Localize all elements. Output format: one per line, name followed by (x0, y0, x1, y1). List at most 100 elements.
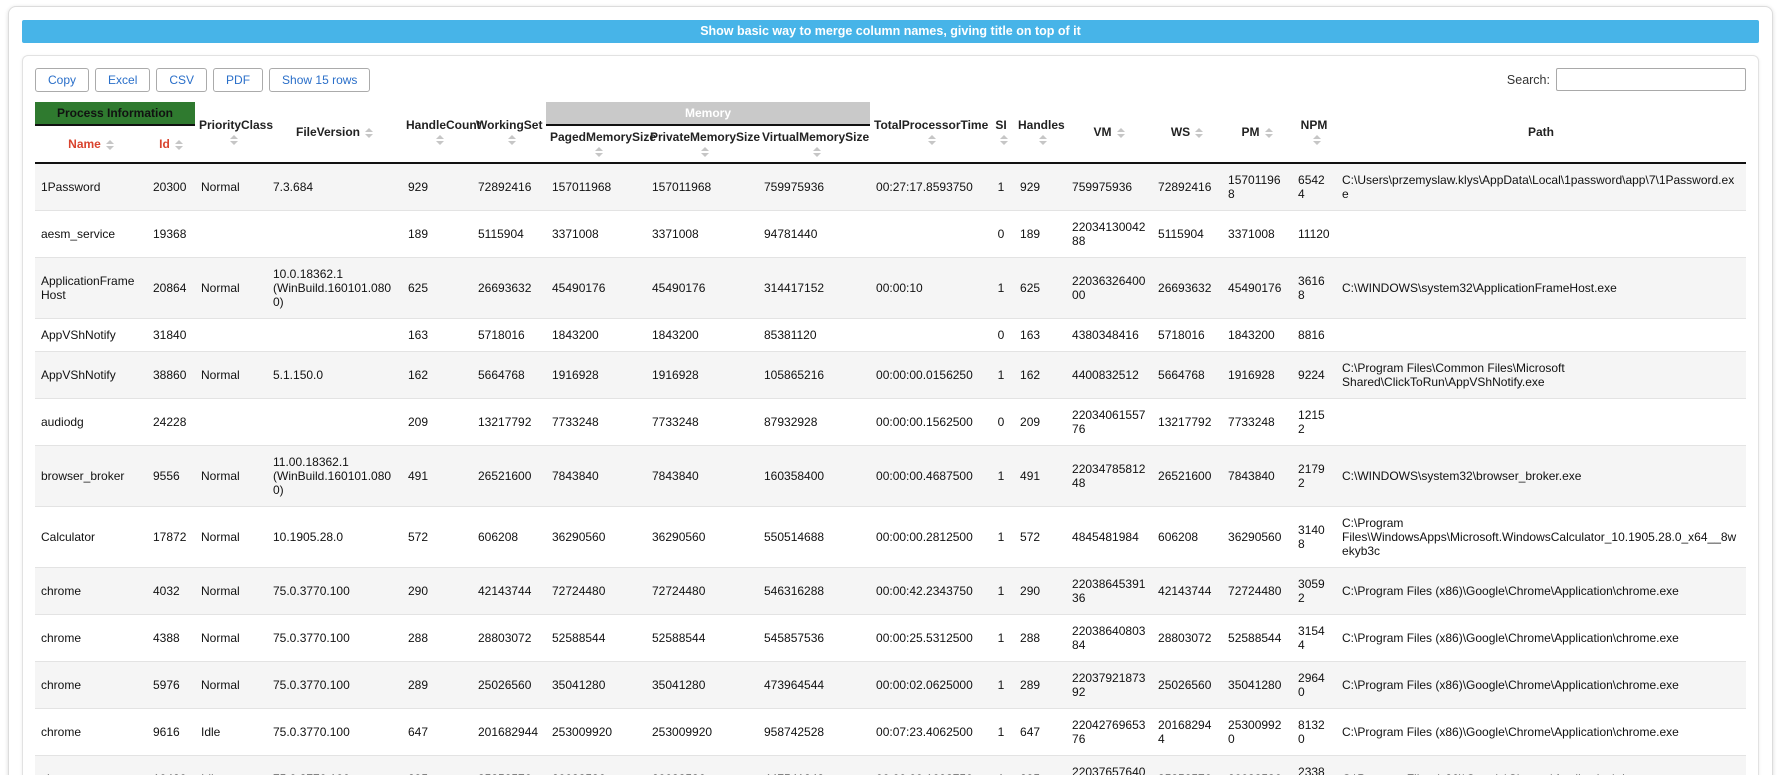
table-panel: Copy Excel CSV PDF Show 15 rows Search: (22, 55, 1759, 775)
cell-vm: 2203406155776 (1066, 399, 1152, 446)
sort-icon (1000, 135, 1008, 145)
cell-id: 9556 (147, 446, 195, 507)
cell-working_set: 25026560 (472, 662, 546, 709)
cell-pm: 20033536 (1222, 756, 1292, 775)
table-row: chrome4388Normal75.0.3770.10028828803072… (35, 615, 1746, 662)
sort-icon (1195, 128, 1203, 138)
export-buttons: Copy Excel CSV PDF Show 15 rows (35, 68, 370, 92)
cell-npm: 21792 (1292, 446, 1336, 507)
table-row: chrome9616Idle75.0.3770.1006472016829442… (35, 709, 1746, 756)
cell-file_version (267, 399, 402, 446)
cell-npm: 36168 (1292, 258, 1336, 319)
cell-file_version: 10.1905.28.0 (267, 507, 402, 568)
cell-priority_class: Normal (195, 352, 267, 399)
cell-priority_class: Idle (195, 756, 267, 775)
cell-total_processor_time: 00:00:00.1093750 (870, 756, 988, 775)
cell-ws: 201682944 (1152, 709, 1222, 756)
cell-pm: 7843840 (1222, 446, 1292, 507)
cell-name: Calculator (35, 507, 147, 568)
column-header-ws[interactable]: WS (1152, 102, 1222, 163)
column-header-path[interactable]: Path (1336, 102, 1746, 163)
cell-path: C:\Program Files (x86)\Google\Chrome\App… (1336, 615, 1746, 662)
cell-ws: 72892416 (1152, 163, 1222, 211)
search-input[interactable] (1556, 68, 1746, 91)
cell-pm: 36290560 (1222, 507, 1292, 568)
csv-button[interactable]: CSV (156, 68, 207, 92)
column-header-handles[interactable]: Handles (1014, 102, 1066, 163)
cell-path: C:\Program Files\Common Files\Microsoft … (1336, 352, 1746, 399)
page-length-button[interactable]: Show 15 rows (269, 68, 370, 92)
cell-virtual_memory_size: 87932928 (758, 399, 870, 446)
cell-si: 0 (988, 399, 1014, 446)
cell-priority_class: Normal (195, 163, 267, 211)
cell-priority_class: Normal (195, 258, 267, 319)
cell-si: 1 (988, 163, 1014, 211)
page: Show basic way to merge column names, gi… (0, 0, 1781, 775)
cell-paged_memory_size: 3371008 (546, 211, 646, 258)
column-header-virtualmemorysize[interactable]: VirtualMemorySize (758, 125, 870, 163)
sort-icon (436, 135, 444, 145)
cell-vm: 2203413004288 (1066, 211, 1152, 258)
cell-pm: 3371008 (1222, 211, 1292, 258)
column-header-fileversion[interactable]: FileVersion (267, 102, 402, 163)
cell-virtual_memory_size: 958742528 (758, 709, 870, 756)
cell-total_processor_time: 00:00:00.0156250 (870, 352, 988, 399)
cell-npm: 8816 (1292, 319, 1336, 352)
cell-ws: 13217792 (1152, 399, 1222, 446)
cell-paged_memory_size: 72724480 (546, 568, 646, 615)
cell-private_memory_size: 45490176 (646, 258, 758, 319)
cell-virtual_memory_size: 545857536 (758, 615, 870, 662)
cell-handles: 572 (1014, 507, 1066, 568)
cell-ws: 5664768 (1152, 352, 1222, 399)
cell-name: 1Password (35, 163, 147, 211)
cell-si: 0 (988, 211, 1014, 258)
cell-vm: 4845481984 (1066, 507, 1152, 568)
cell-name: chrome (35, 756, 147, 775)
cell-vm: 2203792187392 (1066, 662, 1152, 709)
sort-icon (508, 135, 516, 145)
cell-name: chrome (35, 568, 147, 615)
cell-virtual_memory_size: 473964544 (758, 662, 870, 709)
title-bar: Show basic way to merge column names, gi… (22, 20, 1759, 43)
cell-si: 1 (988, 446, 1014, 507)
cell-total_processor_time: 00:00:02.0625000 (870, 662, 988, 709)
column-header-npm[interactable]: NPM (1292, 102, 1336, 163)
cell-name: audiodg (35, 399, 147, 446)
pdf-button[interactable]: PDF (213, 68, 263, 92)
cell-name: browser_broker (35, 446, 147, 507)
cell-ws: 5115904 (1152, 211, 1222, 258)
column-header-vm[interactable]: VM (1066, 102, 1152, 163)
search-label: Search: (1507, 73, 1550, 87)
cell-file_version: 75.0.3770.100 (267, 568, 402, 615)
cell-file_version: 10.0.18362.1 (WinBuild.160101.0800) (267, 258, 402, 319)
column-header-privatememorysize[interactable]: PrivateMemorySize (646, 125, 758, 163)
cell-npm: 9224 (1292, 352, 1336, 399)
cell-ws: 26521600 (1152, 446, 1222, 507)
column-header-pagedmemorysize[interactable]: PagedMemorySize (546, 125, 646, 163)
excel-button[interactable]: Excel (95, 68, 150, 92)
cell-handle_count: 295 (402, 756, 472, 775)
column-header-workingset[interactable]: WorkingSet (472, 102, 546, 163)
sort-icon (813, 147, 821, 157)
column-header-handlecount[interactable]: HandleCount (402, 102, 472, 163)
table-row: AppVShNotify3184016357180161843200184320… (35, 319, 1746, 352)
cell-handles: 209 (1014, 399, 1066, 446)
sort-icon (230, 135, 238, 145)
cell-handles: 288 (1014, 615, 1066, 662)
column-header-pm[interactable]: PM (1222, 102, 1292, 163)
column-header-totalprocessortime[interactable]: TotalProcessorTime (870, 102, 988, 163)
cell-working_set: 5115904 (472, 211, 546, 258)
cell-paged_memory_size: 35041280 (546, 662, 646, 709)
column-header-priorityclass[interactable]: PriorityClass (195, 102, 267, 163)
column-header-si[interactable]: SI (988, 102, 1014, 163)
cell-ws: 5718016 (1152, 319, 1222, 352)
cell-id: 4388 (147, 615, 195, 662)
cell-id: 19368 (147, 211, 195, 258)
column-header-id[interactable]: Id (147, 125, 195, 163)
table-header: Process Information PriorityClass FileVe… (35, 102, 1746, 163)
copy-button[interactable]: Copy (35, 68, 89, 92)
cell-paged_memory_size: 52588544 (546, 615, 646, 662)
cell-path: C:\WINDOWS\system32\browser_broker.exe (1336, 446, 1746, 507)
column-header-name[interactable]: Name (35, 125, 147, 163)
cell-priority_class (195, 319, 267, 352)
